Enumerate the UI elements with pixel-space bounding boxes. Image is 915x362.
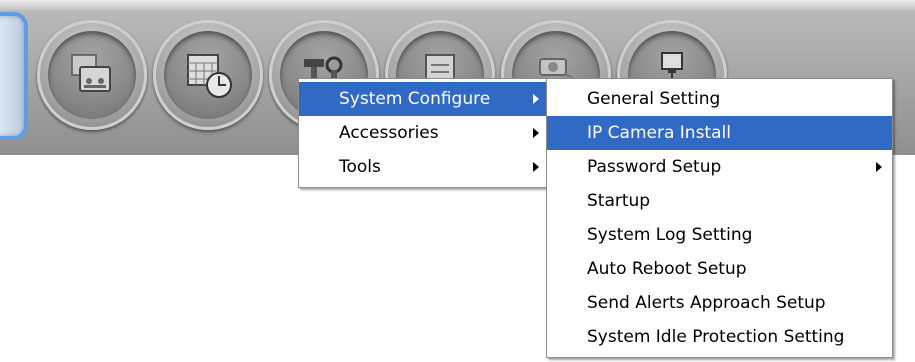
submenu-arrow-icon	[533, 162, 539, 172]
menu-item-send-alerts-approach-setup[interactable]: Send Alerts Approach Setup	[547, 286, 892, 320]
menu-item-label: System Log Setting	[587, 225, 753, 245]
menu-item-tools[interactable]: Tools	[299, 150, 549, 184]
menu-item-label: General Setting	[587, 89, 721, 109]
schedule-button[interactable]	[153, 20, 263, 130]
menu-item-label: System Configure	[339, 89, 491, 109]
submenu-arrow-icon	[533, 94, 539, 104]
menu-item-auto-reboot-setup[interactable]: Auto Reboot Setup	[547, 252, 892, 286]
menu-item-label: Tools	[339, 157, 381, 177]
submenu-arrow-icon	[876, 162, 882, 172]
schedule-clock-icon	[187, 54, 232, 98]
menu-item-system-idle-protection-setting[interactable]: System Idle Protection Setting	[547, 320, 892, 354]
system-configure-submenu: General Setting IP Camera Install Passwo…	[546, 78, 893, 358]
side-tab[interactable]	[0, 12, 28, 140]
menu-item-general-setting[interactable]: General Setting	[547, 82, 892, 116]
menu-item-label: Auto Reboot Setup	[587, 259, 747, 279]
menu-item-label: Startup	[587, 191, 651, 211]
menu-item-password-setup[interactable]: Password Setup	[547, 150, 892, 184]
playback-icon	[71, 54, 111, 92]
playback-button[interactable]	[37, 20, 147, 130]
menu-item-label: Send Alerts Approach Setup	[587, 293, 826, 313]
toolbar-top-shade	[0, 0, 915, 10]
menu-item-label: Password Setup	[587, 157, 722, 177]
menu-item-ip-camera-install[interactable]: IP Camera Install	[547, 116, 892, 150]
menu-item-label: Accessories	[339, 123, 439, 143]
menu-item-system-log-setting[interactable]: System Log Setting	[547, 218, 892, 252]
main-menu: System Configure Accessories Tools	[298, 78, 550, 188]
menu-item-startup[interactable]: Startup	[547, 184, 892, 218]
menu-item-label: IP Camera Install	[587, 123, 731, 143]
submenu-arrow-icon	[533, 128, 539, 138]
menu-item-accessories[interactable]: Accessories	[299, 116, 549, 150]
menu-item-label: System Idle Protection Setting	[587, 327, 845, 347]
menu-item-system-configure[interactable]: System Configure	[299, 82, 549, 116]
